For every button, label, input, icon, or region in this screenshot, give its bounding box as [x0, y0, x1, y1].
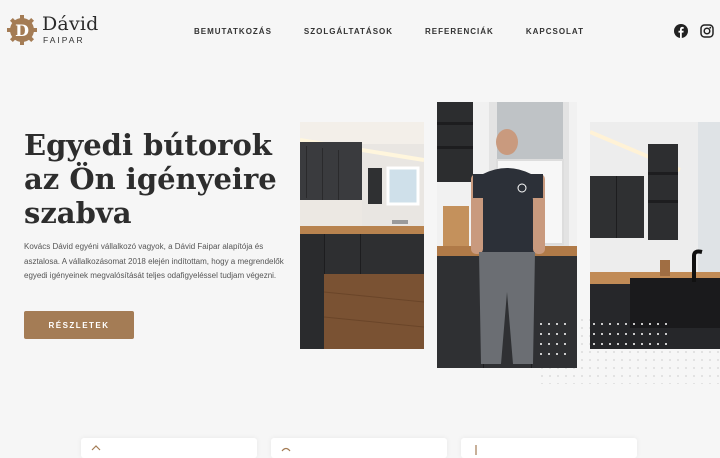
facebook-icon[interactable]: [674, 24, 688, 38]
service-card-2[interactable]: [271, 438, 447, 458]
main-nav: BEMUTATKOZÁS SZOLGÁLTATÁSOK REFERENCIÁK …: [194, 27, 584, 36]
hero-intro-text: Kovács Dávid egyéni vállalkozó vagyok, a…: [24, 242, 284, 281]
chair-icon: [281, 447, 291, 452]
service-card-3[interactable]: [461, 438, 637, 458]
logo[interactable]: D Dávid FAIPAR: [6, 14, 99, 46]
hero-title: Egyedi bútorok az Ön igényeire szabva: [24, 128, 277, 230]
instagram-icon[interactable]: [700, 24, 714, 38]
logo-initial: D: [15, 21, 29, 40]
nav-item-kapcsolat[interactable]: KAPCSOLAT: [526, 27, 584, 36]
gear-logo-icon: D: [7, 15, 37, 45]
social-links: [674, 24, 714, 38]
details-button[interactable]: RÉSZLETEK: [24, 311, 134, 339]
nav-item-referenciak[interactable]: REFERENCIÁK: [425, 27, 494, 36]
brand-name: Dávid: [42, 13, 99, 36]
house-icon: [91, 445, 101, 451]
brand-subtitle: FAIPAR: [43, 35, 85, 46]
nav-item-bemutatkozas[interactable]: BEMUTATKOZÁS: [194, 27, 272, 36]
lamp-icon: [475, 445, 477, 455]
nav-item-szolgaltatasok[interactable]: SZOLGÁLTATÁSOK: [304, 27, 393, 36]
service-card-1[interactable]: [81, 438, 257, 458]
craftsman-photo: [437, 102, 577, 368]
kitchen-photo-right: [590, 122, 720, 349]
kitchen-photo-left: [300, 122, 424, 349]
